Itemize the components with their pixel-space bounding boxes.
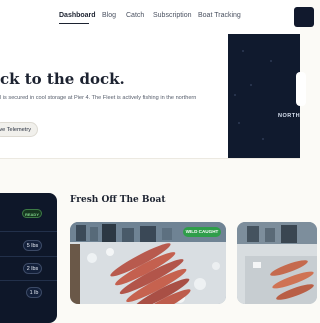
row-divider [0,231,57,232]
weight-pill: 2 lbs [23,263,42,274]
fish-counter-photo [237,222,317,304]
nav-link-subscription[interactable]: Subscription [153,12,192,19]
wild-caught-badge: WILD CAUGHT [183,227,221,237]
hero-subtitle: l is secured in cool storage at Pier 4. … [0,95,197,101]
ready-status-badge: READY [22,209,42,218]
weight-pill: 1 lb [26,287,42,298]
account-button[interactable] [294,7,314,27]
panel-info-card[interactable] [296,72,306,106]
decorative-dot [250,84,252,86]
hero-title: ck to the dock. [0,70,125,88]
section-title: Fresh Off The Boat [70,195,166,205]
live-telemetry-button[interactable]: ive Telemetry [0,122,38,137]
decorative-dot [270,60,272,62]
map-side-panel [228,34,300,158]
nav-link-dashboard[interactable]: Dashboard [59,12,96,19]
catch-photo-card[interactable] [237,222,317,304]
top-navigation-bar: Dashboard Blog Catch Subscription Boat T… [0,0,314,35]
nav-active-underline [59,23,89,24]
decorative-dot [262,138,264,140]
nav-link-blog[interactable]: Blog [102,12,116,19]
nav-link-catch[interactable]: Catch [126,12,144,19]
row-divider [0,280,57,281]
region-label: NORTH [278,113,301,119]
weight-pill: 5 lbs [23,240,42,251]
decorative-dot [234,94,236,96]
row-divider [0,256,57,257]
decorative-dot [238,122,240,124]
decorative-dot [242,50,244,52]
nav-link-boat-tracking[interactable]: Boat Tracking [198,12,241,19]
